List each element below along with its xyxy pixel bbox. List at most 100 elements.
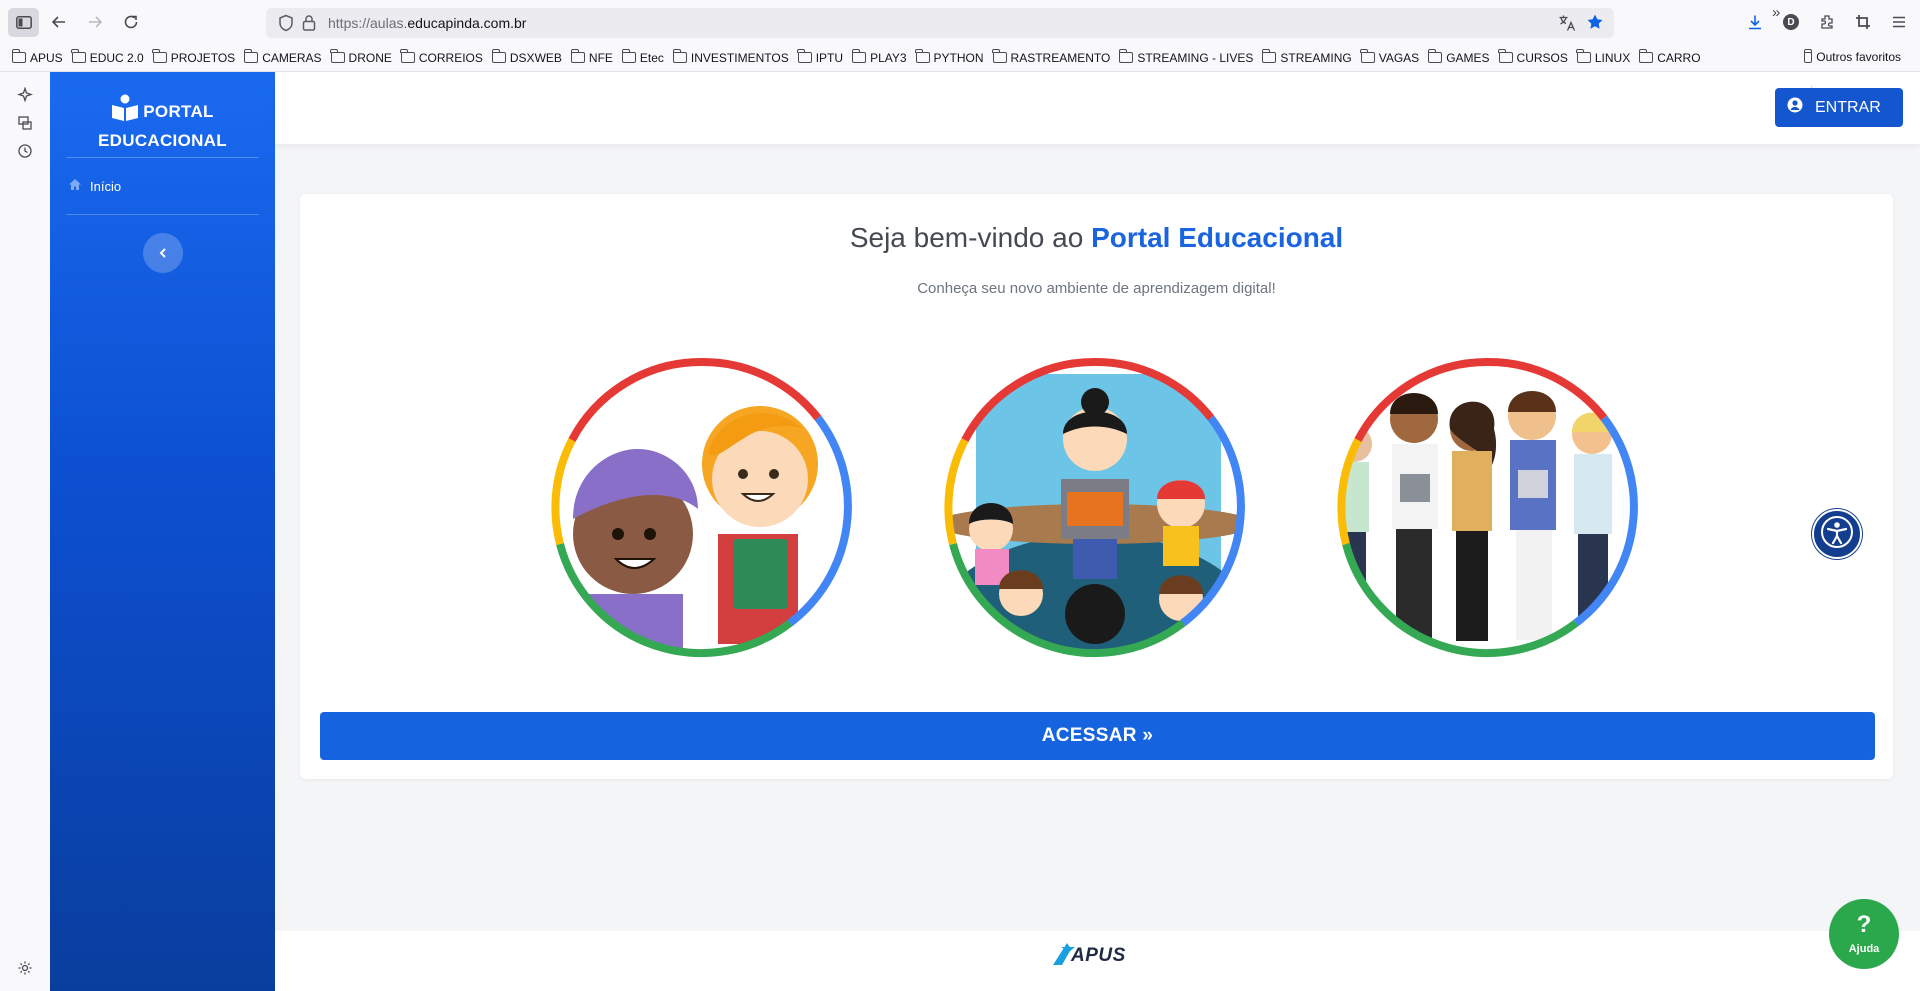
folder-icon	[1118, 49, 1134, 63]
extensions-icon[interactable]	[1812, 7, 1842, 37]
bookmark-folder[interactable]: PLAY3	[851, 49, 907, 65]
divider	[66, 157, 259, 158]
collapse-sidebar-button[interactable]	[143, 233, 183, 273]
folder-icon	[1427, 49, 1443, 63]
browser-toolbar: https://aulas.educapinda.com.br D	[0, 0, 1920, 44]
folder-icon	[672, 49, 687, 63]
folder-icon	[1360, 49, 1375, 63]
url-text[interactable]: https://aulas.educapinda.com.br	[328, 15, 526, 31]
bookmark-star-icon[interactable]	[1586, 13, 1604, 36]
back-icon[interactable]	[44, 7, 74, 37]
bookmark-folder[interactable]: CARRO	[1638, 49, 1701, 65]
bookmark-folder[interactable]: LINUX	[1576, 49, 1630, 65]
sidebar-item-label: Início	[90, 178, 122, 194]
bookmark-folder[interactable]: INVESTIMENTOS	[672, 49, 789, 65]
history-icon[interactable]	[14, 140, 36, 162]
bookmark-label: DRONE	[348, 50, 392, 65]
bookmark-folder[interactable]: NFE	[570, 49, 613, 65]
apus-logo[interactable]: APUS	[1051, 937, 1141, 976]
bookmark-folder[interactable]: STREAMING - LIVES	[1118, 49, 1253, 65]
bookmark-label: IPTU	[815, 50, 844, 65]
sidebar-item-home[interactable]: Início	[68, 178, 121, 194]
bookmark-folder[interactable]: CORREIOS	[400, 49, 483, 65]
help-label: Ajuda	[1848, 943, 1880, 955]
sync-tabs-icon[interactable]	[14, 112, 36, 134]
bookmark-label: INVESTIMENTOS	[690, 50, 789, 65]
bookmark-folder[interactable]: STREAMING	[1261, 49, 1352, 65]
brand-line1: PORTAL	[143, 101, 214, 121]
sparkle-icon[interactable]	[14, 84, 36, 106]
folder-icon	[243, 49, 259, 63]
folder-icon	[570, 49, 585, 63]
folder-icon	[491, 49, 506, 63]
bookmark-label: STREAMING	[1280, 50, 1352, 65]
bookmark-folder[interactable]: PYTHON	[915, 49, 984, 65]
reader-logo-icon	[111, 94, 139, 129]
bookmark-folder[interactable]: DSXWEB	[491, 49, 562, 65]
bookmark-folder[interactable]: DRONE	[330, 49, 392, 65]
students-illustration	[1337, 357, 1638, 658]
help-button[interactable]: ? Ajuda	[1829, 899, 1899, 969]
browser-side-strip	[0, 72, 50, 991]
download-icon[interactable]	[1740, 7, 1770, 37]
login-button[interactable]: ENTRAR	[1775, 88, 1903, 127]
bookmark-folder[interactable]: RASTREAMENTO	[992, 49, 1111, 65]
web-page: PORTAL EDUCACIONAL Início ENTRAR Seja be…	[50, 72, 1920, 991]
chevron-left-icon	[159, 245, 167, 261]
folder-icon	[851, 49, 867, 63]
help-icon: ?	[1856, 911, 1872, 938]
reload-icon[interactable]	[116, 7, 146, 37]
bookmark-label: RASTREAMENTO	[1010, 50, 1111, 65]
bookmark-folder[interactable]: EDUC 2.0	[71, 49, 144, 65]
crop-icon[interactable]	[1848, 7, 1878, 37]
folder-icon	[330, 49, 345, 63]
top-bar	[275, 72, 1920, 144]
folder-icon	[621, 49, 636, 63]
bookmark-folder[interactable]: IPTU	[797, 49, 844, 65]
menu-icon[interactable]	[1884, 7, 1914, 37]
apus-logo-text: APUS	[1071, 945, 1126, 966]
welcome-prefix: Seja bem-vindo ao	[849, 222, 1092, 253]
forward-icon[interactable]	[80, 7, 110, 37]
bookmark-folder[interactable]: APUS	[11, 49, 63, 65]
bookmark-folder[interactable]: VAGAS	[1360, 49, 1420, 65]
sidebar-toggle-icon[interactable]	[8, 8, 39, 37]
bookmark-label: PROJETOS	[170, 50, 236, 65]
url-prefix: https://aulas.	[328, 15, 408, 31]
brand-logo[interactable]: PORTAL EDUCACIONAL	[70, 94, 255, 153]
bookmark-label: NFE	[588, 50, 613, 65]
bookmark-folder[interactable]: PROJETOS	[152, 49, 236, 65]
bookmark-label: CURSOS	[1516, 50, 1568, 65]
bookmark-folder[interactable]: CURSOS	[1498, 49, 1568, 65]
page-subtitle: Conheça seu novo ambiente de aprendizage…	[917, 280, 1276, 297]
lock-icon[interactable]	[302, 14, 316, 37]
translate-icon[interactable]	[1558, 14, 1576, 37]
bookmark-folder[interactable]: GAMES	[1427, 49, 1490, 65]
profile-avatar[interactable]: D	[1776, 7, 1806, 37]
folder-icon	[1498, 49, 1513, 63]
welcome-highlight: Portal Educacional	[1091, 222, 1344, 253]
folder-icon	[400, 49, 415, 63]
user-circle-icon	[1787, 97, 1803, 118]
more-bookmarks-icon[interactable]: »	[1772, 4, 1780, 21]
access-button[interactable]: ACESSAR »	[320, 712, 1875, 760]
page-title: Seja bem-vindo ao Portal Educacional	[300, 222, 1893, 254]
brand-line2: EDUCACIONAL	[98, 131, 227, 150]
bookmark-label: APUS	[30, 50, 63, 65]
folder-icon	[1576, 49, 1591, 63]
folder-icon	[1261, 49, 1277, 63]
bookmark-folder[interactable]: CAMERAS	[243, 49, 322, 65]
kids-illustration	[551, 357, 852, 658]
settings-gear-icon[interactable]	[14, 957, 36, 979]
bookmark-label: VAGAS	[1378, 50, 1420, 65]
bookmarks-bar: APUS EDUC 2.0 PROJETOS CAMERAS DRONE CORREIOS…	[0, 44, 1920, 72]
shield-icon[interactable]	[278, 14, 294, 37]
address-bar[interactable]: https://aulas.educapinda.com.br	[266, 8, 1614, 38]
welcome-card: Seja bem-vindo ao Portal Educacional Con…	[300, 194, 1893, 779]
folder-icon	[915, 49, 930, 63]
app-sidebar: PORTAL EDUCACIONAL Início	[50, 72, 275, 991]
bookmark-label: GAMES	[1446, 50, 1490, 65]
other-favorites[interactable]: Outros favoritos	[1803, 48, 1901, 64]
accessibility-button[interactable]	[1812, 509, 1862, 559]
bookmark-folder[interactable]: Etec	[621, 49, 664, 65]
